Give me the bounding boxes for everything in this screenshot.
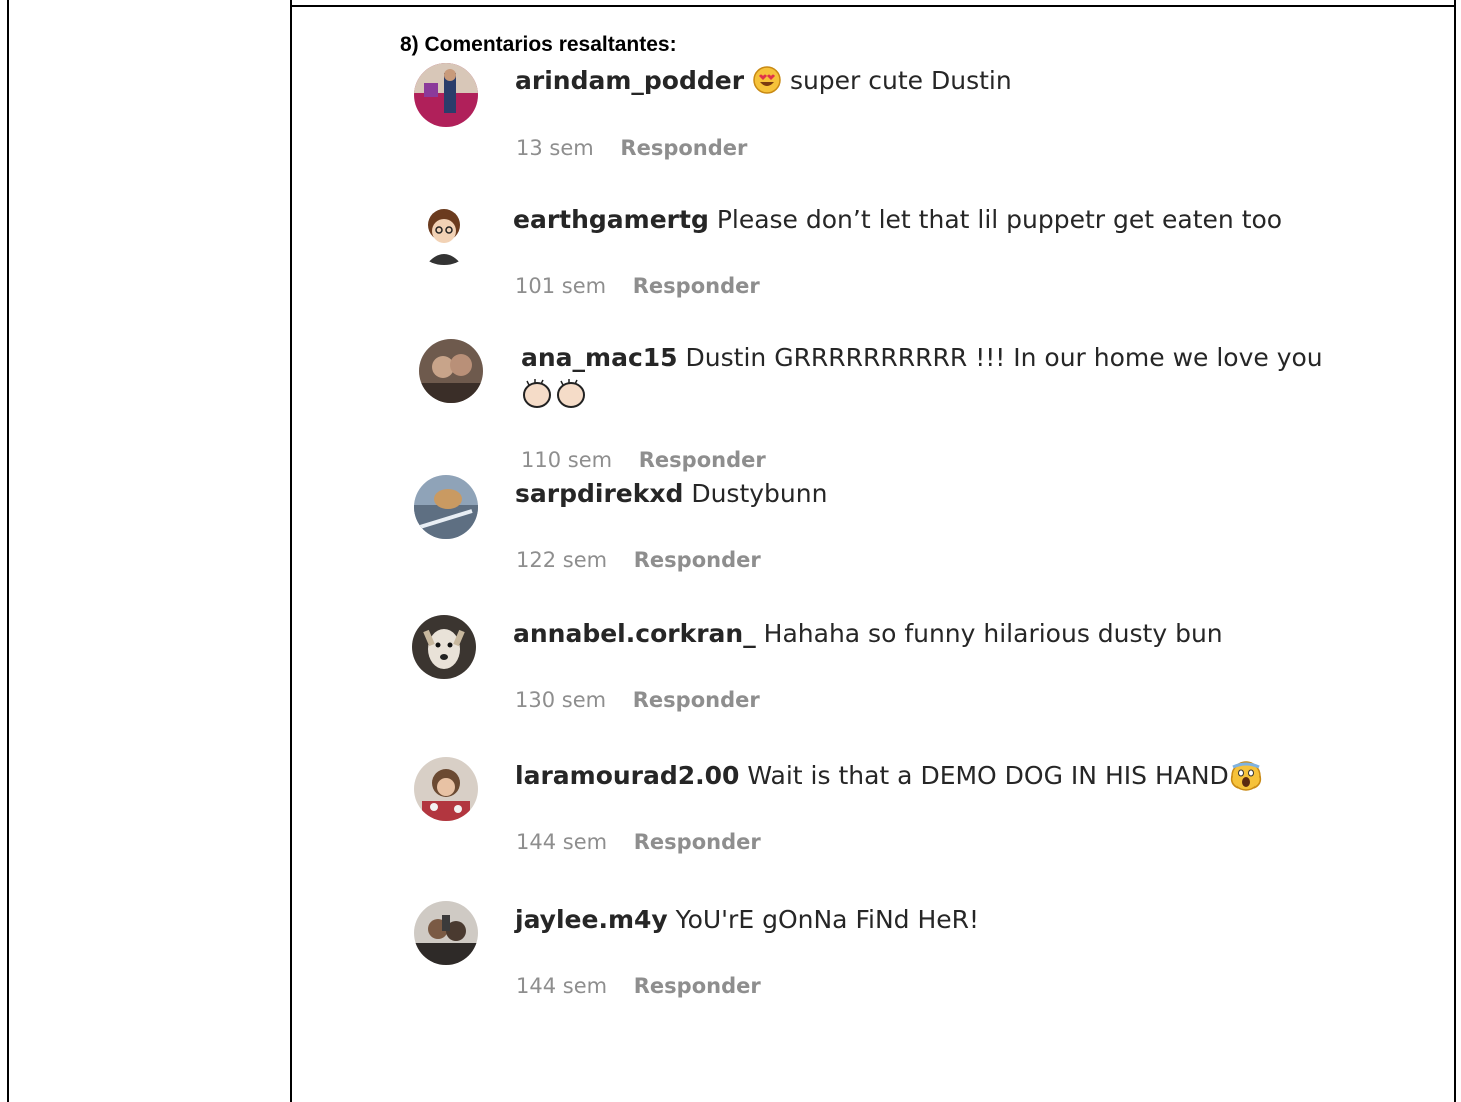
heart-eyes-emoji-icon: [752, 65, 782, 95]
avatar[interactable]: [414, 475, 478, 539]
comment-time: 110 sem: [521, 448, 613, 472]
comment-text: Hahaha so funny hilarious dusty bun: [763, 619, 1223, 648]
clapping-hands-emoji-icon: [521, 379, 591, 409]
comment-text: Dustybunn: [691, 479, 828, 508]
avatar[interactable]: [419, 339, 483, 403]
comment-time: 101 sem: [515, 274, 607, 298]
comment-username[interactable]: arindam_podder: [515, 66, 744, 95]
comment-text: Wait is that a DEMO DOG IN HIS HAND: [747, 761, 1229, 790]
table-border-right: [1454, 0, 1456, 1102]
avatar[interactable]: [414, 901, 478, 965]
reply-button[interactable]: Responder: [634, 548, 761, 572]
comment-time: 13 sem: [516, 136, 594, 160]
comment-text: super cute Dustin: [789, 66, 1012, 95]
reply-button[interactable]: Responder: [633, 274, 760, 298]
avatar[interactable]: [414, 757, 478, 821]
reply-button[interactable]: Responder: [620, 136, 747, 160]
comment-time: 144 sem: [516, 974, 608, 998]
table-border-left: [7, 0, 9, 1102]
avatar[interactable]: [414, 63, 478, 127]
reply-button[interactable]: Responder: [633, 688, 760, 712]
comment-username[interactable]: ana_mac15: [521, 343, 678, 372]
section-heading: 8) Comentarios resaltantes:: [400, 33, 677, 56]
comment-time: 130 sem: [515, 688, 607, 712]
comment-text: Please don’t let that lil puppetr get ea…: [716, 205, 1283, 234]
screaming-face-emoji-icon: [1229, 759, 1263, 791]
comment-username[interactable]: annabel.corkran_: [513, 619, 756, 648]
avatar[interactable]: [412, 615, 476, 679]
comment-text: Dustin GRRRRRRRRRR !!! In our home we lo…: [685, 343, 1323, 372]
comment-time: 144 sem: [516, 830, 608, 854]
avatar[interactable]: [412, 201, 476, 265]
comment-username[interactable]: laramourad2.00: [515, 761, 739, 790]
comment-time: 122 sem: [516, 548, 608, 572]
reply-button[interactable]: Responder: [634, 830, 761, 854]
comment-username[interactable]: sarpdirekxd: [515, 479, 683, 508]
table-border-middle: [290, 0, 292, 1102]
comment-username[interactable]: earthgamertg: [513, 205, 709, 234]
table-border-top: [290, 5, 1456, 7]
reply-button[interactable]: Responder: [634, 974, 761, 998]
comment-text: YoU'rE gOnNa FiNd HeR!: [675, 905, 980, 934]
reply-button[interactable]: Responder: [639, 448, 766, 472]
comment-username[interactable]: jaylee.m4y: [515, 905, 668, 934]
